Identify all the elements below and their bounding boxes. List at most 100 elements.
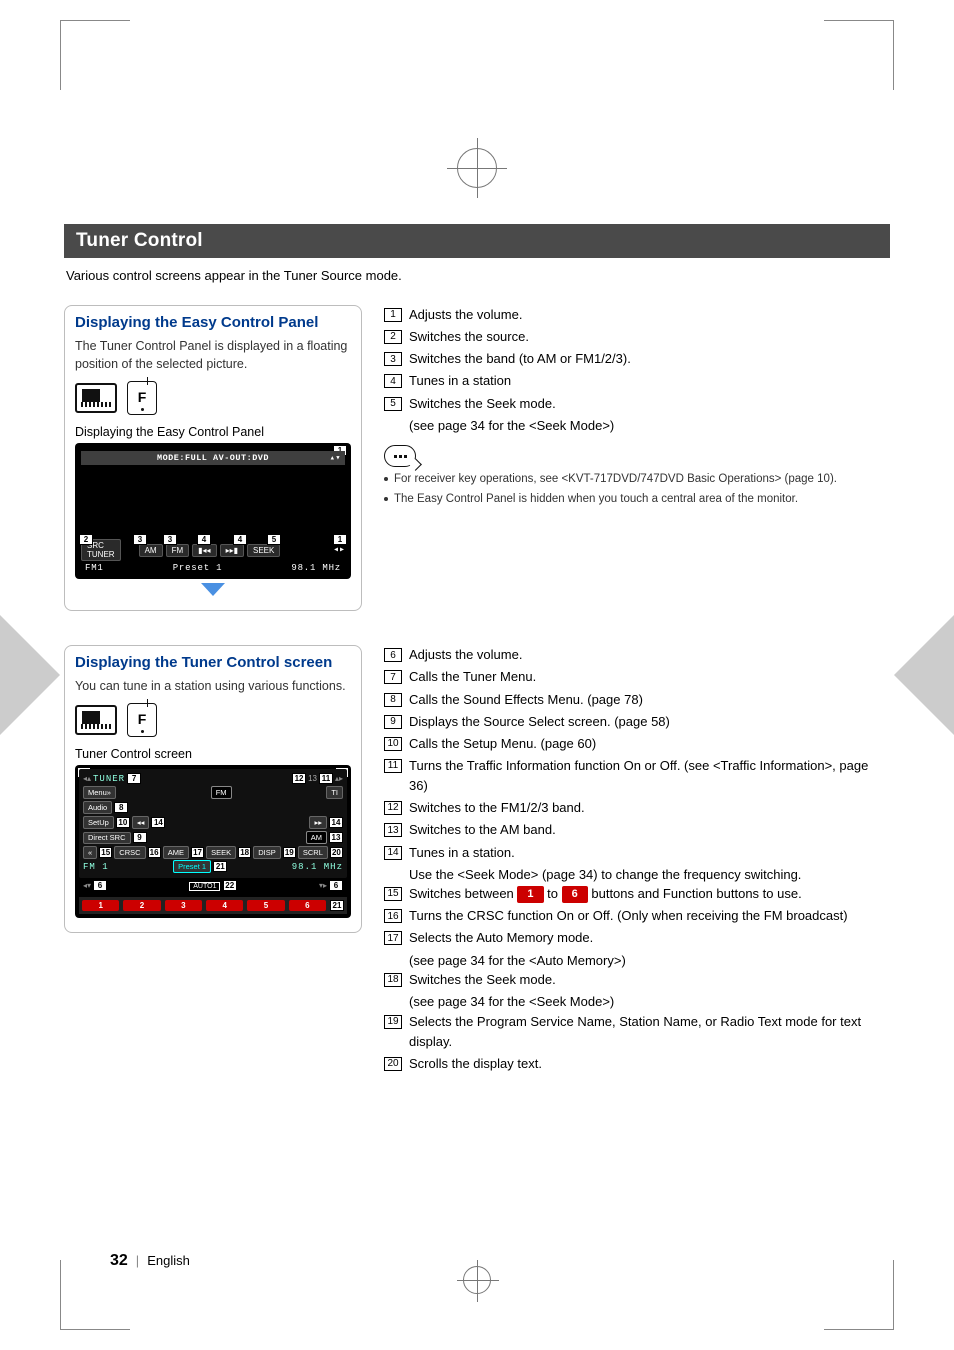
fm-button[interactable]: FM (166, 544, 190, 557)
fwd-button[interactable]: ▸▸ (309, 816, 327, 829)
am-row-button[interactable]: AM (306, 831, 327, 844)
callout-20: 20 (330, 847, 343, 858)
preset-1[interactable]: 1 (82, 900, 119, 911)
callout-18: 18 (238, 847, 251, 858)
page-intro: Various control screens appear in the Tu… (66, 268, 888, 283)
num-1: 1 (384, 308, 402, 322)
callout-21b: 21 (330, 900, 344, 911)
tuner-panel-heading: Displaying the Tuner Control screen (75, 654, 351, 671)
item-11: Turns the Traffic Information function O… (409, 756, 890, 796)
callout-17: 17 (191, 847, 204, 858)
num-4: 4 (384, 374, 402, 388)
fm-row-button[interactable]: FM (211, 786, 232, 799)
screen-icon (75, 705, 117, 735)
freq-label: 98.1 MHz (291, 563, 341, 573)
callout-3a: 3 (133, 534, 147, 545)
f-key-icon: F (127, 703, 157, 737)
note-1: For receiver key operations, see <KVT-71… (394, 471, 837, 487)
page-footer: 32 | English (110, 1252, 190, 1270)
scrl-button[interactable]: SCRL (298, 846, 328, 859)
preset-6[interactable]: 6 (289, 900, 326, 911)
item-1: Adjusts the volume. (409, 305, 890, 325)
ame-button[interactable]: AME (163, 846, 189, 859)
tuner-list-15: 15 Switches between 1 to 6 buttons and F… (384, 884, 890, 904)
callout-3b: 3 (163, 534, 177, 545)
auto-badge: AUTO1 (189, 882, 220, 891)
item-3: Switches the band (to AM or FM1/2/3). (409, 349, 890, 369)
page-language: English (147, 1253, 190, 1268)
registration-mark-top (457, 148, 497, 188)
audio-button[interactable]: Audio (83, 801, 112, 814)
easy-panel-screenshot: 1 MODE:FULL AV-OUT:DVD▴▾ 2 3 3 4 4 5 1 S… (75, 443, 351, 579)
page-title: Tuner Control (76, 230, 203, 251)
preset-5[interactable]: 5 (247, 900, 284, 911)
callout-19: 19 (283, 847, 296, 858)
inline-preset-6: 6 (562, 886, 588, 903)
freq-label-2: 98.1 MHz (292, 862, 343, 872)
num-2: 2 (384, 330, 402, 344)
tuner-screenshot: 6 6 ◂▴ TUNER 7 12 13 11 ▴▸ (75, 765, 351, 918)
easy-notes: For receiver key operations, see <KVT-71… (384, 471, 890, 507)
callout-10: 10 (116, 817, 130, 828)
callout-2: 2 (79, 534, 93, 545)
disp-button[interactable]: DISP (253, 846, 281, 859)
note-2: The Easy Control Panel is hidden when yo… (394, 491, 798, 507)
num-15: 15 (384, 887, 402, 901)
num-7: 7 (384, 670, 402, 684)
preset-2[interactable]: 2 (123, 900, 160, 911)
next-button[interactable]: ▸▸▮ (220, 544, 244, 557)
scroll-arrow-button[interactable]: « (83, 846, 97, 859)
item-16: Turns the CRSC function On or Off. (Only… (409, 906, 890, 926)
num-6: 6 (384, 648, 402, 662)
item-8: Calls the Sound Effects Menu. (page 78) (409, 690, 890, 710)
preset-row: 1 2 3 4 5 6 21 (79, 897, 347, 914)
num-12: 12 (384, 801, 402, 815)
seek-button-2[interactable]: SEEK (206, 846, 236, 859)
setup-button[interactable]: SetUp (83, 816, 114, 829)
item-5: Switches the Seek mode. (409, 394, 890, 414)
easy-panel-heading: Displaying the Easy Control Panel (75, 314, 351, 331)
item-5-sub: (see page 34 for the <Seek Mode>) (409, 416, 890, 436)
item-12: Switches to the FM1/2/3 band. (409, 798, 890, 818)
item-18: Switches the Seek mode. (409, 970, 890, 990)
item-9: Displays the Source Select screen. (page… (409, 712, 890, 732)
inline-preset-1: 1 (517, 886, 543, 903)
tuner-list-18: 18 Switches the Seek mode. (384, 970, 890, 990)
num-11: 11 (384, 759, 402, 773)
item-18-sub: (see page 34 for the <Seek Mode>) (409, 992, 890, 1012)
tuner-panel-desc: You can tune in a station using various … (75, 677, 351, 695)
callout-7: 7 (127, 773, 141, 784)
menu-button[interactable]: Menu» (83, 786, 116, 799)
easy-panel-caption: Displaying the Easy Control Panel (75, 425, 351, 439)
tuner-list: 6Adjusts the volume. 7Calls the Tuner Me… (384, 645, 890, 862)
easy-panel-box: Displaying the Easy Control Panel The Tu… (64, 305, 362, 611)
tuner-title: TUNER (93, 774, 125, 784)
callout-11: 11 (319, 773, 333, 784)
preset-box[interactable]: Preset 1 (173, 860, 211, 873)
crsc-button[interactable]: CRSC (114, 846, 145, 859)
item-14: Tunes in a station. (409, 843, 890, 863)
ti-button[interactable]: TI (326, 786, 343, 799)
rew-button[interactable]: ◂◂ (132, 816, 150, 829)
num-18: 18 (384, 973, 402, 987)
callout-22: 22 (223, 880, 237, 891)
item-7: Calls the Tuner Menu. (409, 667, 890, 687)
f-key-icon: F (127, 381, 157, 415)
tuner-list-cont: 16Turns the CRSC function On or Off. (On… (384, 906, 890, 948)
num-14: 14 (384, 846, 402, 860)
num-17: 17 (384, 931, 402, 945)
preset-label: Preset 1 (173, 563, 223, 573)
item-20: Scrolls the display text. (409, 1054, 890, 1074)
prev-button[interactable]: ▮◂◂ (192, 544, 216, 557)
direct-src-button[interactable]: Direct SRC (83, 832, 131, 844)
num-20: 20 (384, 1057, 402, 1071)
preset-4[interactable]: 4 (206, 900, 243, 911)
callout-12: 12 (292, 773, 306, 784)
callout-4a: 4 (197, 534, 211, 545)
preset-3[interactable]: 3 (165, 900, 202, 911)
item-2: Switches the source. (409, 327, 890, 347)
seek-button[interactable]: SEEK (247, 544, 280, 557)
callout-15: 15 (99, 847, 112, 858)
am-button[interactable]: AM (139, 544, 163, 557)
item-19: Selects the Program Service Name, Statio… (409, 1012, 890, 1052)
